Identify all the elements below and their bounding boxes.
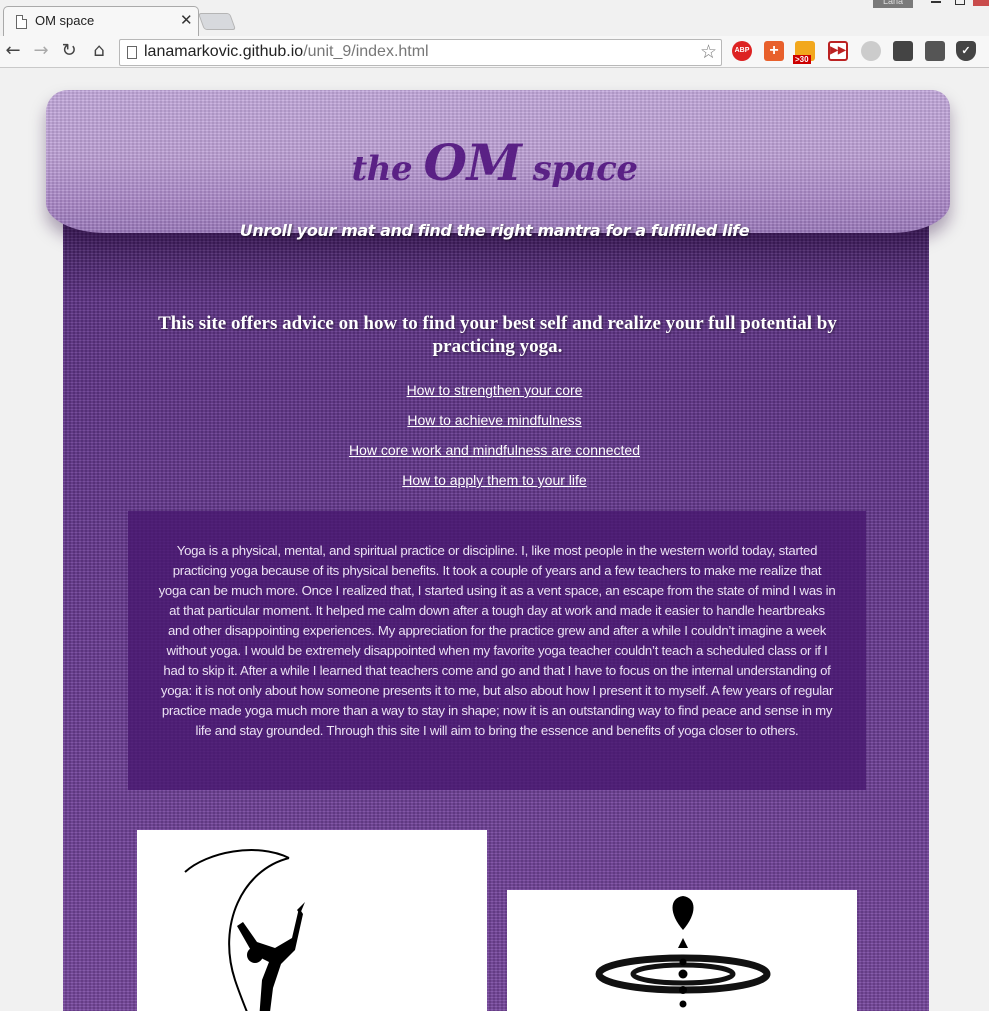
page-icon xyxy=(16,15,27,29)
grid-extension-icon[interactable] xyxy=(893,41,913,61)
tab-strip: OM space ✕ Lana xyxy=(0,0,989,36)
timer-badge: >30 xyxy=(793,55,811,64)
address-bar[interactable]: lanamarkovic.github.io/unit_9/index.html… xyxy=(119,39,722,66)
page-viewport[interactable]: the OM space Unroll your mat and find th… xyxy=(0,69,989,1011)
link-core-mindfulness-connected-label[interactable]: How core work and mindfulness are connec… xyxy=(349,442,640,458)
meditation-card xyxy=(507,890,857,1011)
link-apply-to-life-label[interactable]: How to apply them to your life xyxy=(402,472,586,488)
yoga-pose-moon-icon xyxy=(184,849,305,1011)
yoga-pose-card xyxy=(137,830,487,1011)
link-achieve-mindfulness[interactable]: How to achieve mindfulness xyxy=(0,410,989,440)
link-apply-to-life[interactable]: How to apply them to your life xyxy=(0,470,989,500)
arrow-left-icon[interactable]: ← xyxy=(2,40,24,62)
link-strengthen-core-label[interactable]: How to strengthen your core xyxy=(407,382,583,398)
link-core-mindfulness-connected[interactable]: How core work and mindfulness are connec… xyxy=(0,440,989,470)
url-text[interactable]: lanamarkovic.github.io/unit_9/index.html xyxy=(144,43,429,61)
tab-title: OM space xyxy=(35,13,95,28)
tagline: Unroll your mat and find the right mantr… xyxy=(239,221,750,240)
essay-panel: Yoga is a physical, mental, and spiritua… xyxy=(128,511,866,790)
timer-extension-icon[interactable]: >30 xyxy=(793,41,815,64)
intro-heading: This site offers advice on how to find y… xyxy=(158,313,837,357)
minimize-icon[interactable] xyxy=(931,1,941,3)
url-host: lanamarkovic.github.io xyxy=(144,43,304,60)
profile-badge[interactable]: Lana xyxy=(873,0,913,8)
star-icon[interactable]: ☆ xyxy=(700,41,717,63)
link-strengthen-core[interactable]: How to strengthen your core xyxy=(0,380,989,410)
title-suffix: space xyxy=(521,149,638,189)
site-title: the OM space xyxy=(0,133,989,192)
maximize-icon[interactable] xyxy=(955,0,965,5)
fast-forward-extension-icon[interactable]: ▶▶ xyxy=(828,41,848,61)
title-om: OM xyxy=(423,133,522,192)
meditation-drop-icon xyxy=(595,896,771,1008)
page-icon xyxy=(127,46,137,59)
browser-tab[interactable]: OM space ✕ xyxy=(3,6,199,36)
topic-links: How to strengthen your core How to achie… xyxy=(0,380,989,500)
home-icon[interactable]: ⌂ xyxy=(88,40,110,62)
link-achieve-mindfulness-label[interactable]: How to achieve mindfulness xyxy=(407,412,581,428)
close-tab-icon[interactable]: ✕ xyxy=(180,11,193,29)
browser-toolbar: ← → ↻ ⌂ lanamarkovic.github.io/unit_9/in… xyxy=(0,36,989,68)
reload-icon[interactable]: ↻ xyxy=(58,40,80,62)
essay-text: Yoga is a physical, mental, and spiritua… xyxy=(158,543,836,738)
window-close-icon[interactable] xyxy=(973,0,989,6)
title-prefix: the xyxy=(351,149,424,189)
plus-extension-icon[interactable]: + xyxy=(764,41,784,61)
url-path: /unit_9/index.html xyxy=(303,43,429,60)
arrow-right-icon[interactable]: → xyxy=(30,40,52,62)
square-extension-icon[interactable] xyxy=(925,41,945,61)
pocket-icon[interactable]: ✓ xyxy=(956,41,976,61)
new-tab-button[interactable] xyxy=(197,13,237,30)
adblock-icon[interactable]: ABP xyxy=(732,41,752,61)
circle-extension-icon[interactable] xyxy=(861,41,881,61)
